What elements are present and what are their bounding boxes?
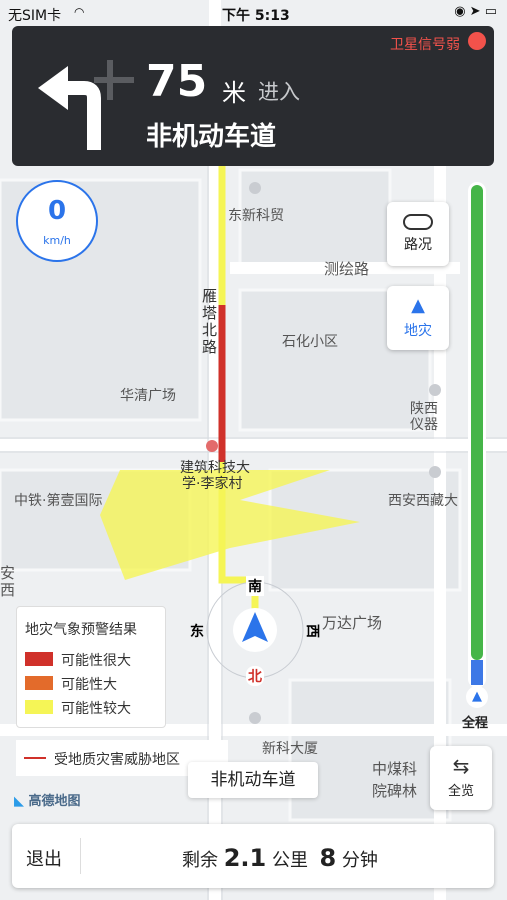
remain-distance: 2.1 xyxy=(223,844,267,872)
compass-west: 西 xyxy=(304,624,320,638)
legend-label: 可能性大 xyxy=(61,677,117,693)
landslide-icon: ▲ xyxy=(411,295,425,316)
amap-logo: ◣ 高德地图 xyxy=(14,790,81,809)
compass-east: 东 xyxy=(190,624,204,640)
traffic-label: 路况 xyxy=(404,237,432,253)
navigation-card: 75 米 进入 非机动车道 卫星信号弱 xyxy=(12,26,494,166)
traffic-button[interactable]: 路况 xyxy=(387,202,449,266)
overview-button[interactable]: ⇆ 全览 xyxy=(430,746,492,810)
remain-time-unit: 分钟 xyxy=(341,850,378,871)
map-label: 中铁·第壹国际 xyxy=(14,493,103,509)
remaining-segment xyxy=(471,185,483,660)
current-road-label: 非机动车道 xyxy=(188,762,318,798)
map-label: 学·李家村 xyxy=(182,476,243,492)
turn-distance: 75 xyxy=(146,56,208,107)
map-label: 万达广场 xyxy=(322,614,383,632)
map-label: 西安西藏大 xyxy=(388,493,458,509)
satellite-icon xyxy=(468,32,486,50)
speed-unit: km/h xyxy=(43,234,71,247)
speed-value: 0 xyxy=(47,196,67,226)
legend-label: 可能性很大 xyxy=(61,653,131,669)
map-label: 华清广场 xyxy=(120,388,176,404)
bottom-bar: 退出 剩余 2.1 公里 8 分钟 xyxy=(12,824,494,888)
map-label: 中煤科 xyxy=(372,760,418,778)
carrier-text: 无SIM卡 xyxy=(8,8,62,24)
compass-south: 南 xyxy=(246,576,264,596)
map-label: 院碑林 xyxy=(372,782,418,800)
legend-swatch xyxy=(25,676,53,690)
legend-swatch xyxy=(25,700,53,714)
speedometer: 0 km/h xyxy=(16,180,98,262)
legend-swatch xyxy=(25,652,53,666)
distance-unit: 米 xyxy=(222,79,246,107)
next-road-name: 非机动车道 xyxy=(146,122,277,152)
remain-time: 8 xyxy=(319,844,337,872)
remain-distance-unit: 公里 xyxy=(271,850,308,871)
amap-brand: 高德地图 xyxy=(28,794,81,809)
legend-title: 地灾气象预警结果 xyxy=(25,622,137,638)
map-label: 东新科贸 xyxy=(228,208,284,224)
remain-prefix: 剩余 xyxy=(182,850,218,871)
clock-text: 下午 5:13 xyxy=(222,8,290,24)
remaining-summary: 剩余 2.1 公里 8 分钟 xyxy=(182,844,378,872)
threat-line xyxy=(24,757,46,759)
overview-label: 全览 xyxy=(447,784,474,799)
exit-button[interactable]: 退出 xyxy=(26,845,62,871)
gps-status: 卫星信号弱 xyxy=(390,37,460,53)
route-overview-icon: ⇆ xyxy=(452,754,470,778)
progress-label: 全程 xyxy=(462,716,489,731)
disaster-button[interactable]: ▲ 地灾 xyxy=(387,286,449,350)
map-label: 安西 xyxy=(0,564,16,599)
battery-icon: ◉ ➤ ▭ xyxy=(454,4,497,19)
map-label: 仪器 xyxy=(410,417,438,433)
threat-label: 受地质灾害威胁地区 xyxy=(54,752,180,768)
progress-position-icon: ▲ xyxy=(466,686,488,708)
amap-logo-icon: ◣ xyxy=(14,794,24,809)
divider xyxy=(80,838,81,874)
disaster-label: 地灾 xyxy=(404,323,432,339)
status-bar: 无SIM卡 ◠ 下午 5:13 ◉ ➤ ▭ xyxy=(0,0,507,26)
map-label: 新科大厦 xyxy=(262,741,318,757)
map-label: 石化小区 xyxy=(282,334,338,350)
legend-label: 可能性较大 xyxy=(61,701,131,717)
map-label: 测绘路 xyxy=(324,260,370,278)
turn-left-icon xyxy=(38,60,134,150)
turn-action: 进入 xyxy=(258,80,300,104)
traffic-icon xyxy=(403,214,433,230)
disaster-legend: 地灾气象预警结果 可能性很大 可能性大 可能性较大 xyxy=(16,606,166,728)
route-progress-bar xyxy=(468,182,486,688)
completed-segment xyxy=(471,660,483,685)
compass-north: 北 xyxy=(246,666,264,686)
map-label: 雁塔北路 xyxy=(202,287,218,356)
wifi-icon: ◠ xyxy=(74,5,85,19)
